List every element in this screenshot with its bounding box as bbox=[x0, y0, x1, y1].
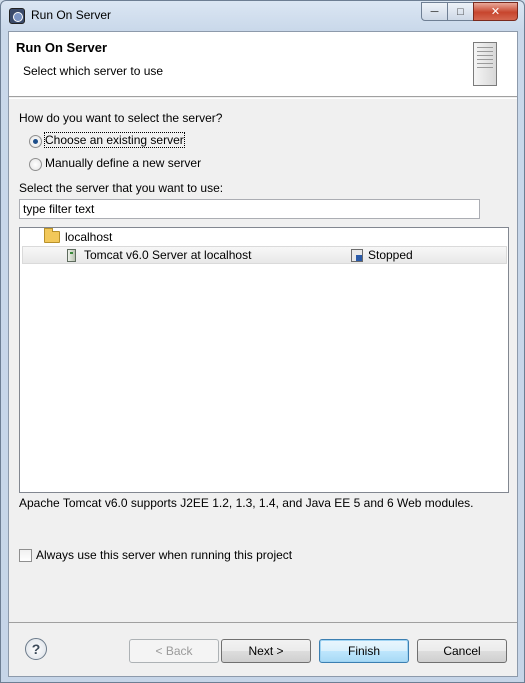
tree-item-localhost-label: localhost bbox=[65, 230, 113, 244]
server-description: Apache Tomcat v6.0 supports J2EE 1.2, 1.… bbox=[19, 496, 474, 510]
footer-separator bbox=[9, 622, 517, 623]
page-subtitle: Select which server to use bbox=[23, 64, 164, 78]
tomcat-server-icon bbox=[67, 249, 76, 262]
always-use-label[interactable]: Always use this server when running this… bbox=[36, 548, 292, 562]
finish-button[interactable]: Finish bbox=[319, 639, 409, 663]
tree-item-tomcat-server[interactable]: Tomcat v6.0 Server at localhost Stopped bbox=[22, 246, 507, 264]
next-button[interactable]: Next > bbox=[221, 639, 311, 663]
title-bar[interactable]: Run On Server ─ □ ✕ bbox=[1, 1, 524, 31]
manual-define-label[interactable]: Manually define a new server bbox=[45, 156, 201, 170]
cancel-button[interactable]: Cancel bbox=[417, 639, 507, 663]
manual-define-radio[interactable] bbox=[29, 158, 42, 171]
server-state: Stopped bbox=[368, 248, 413, 262]
wizard-header: Run On Server Select which server to use bbox=[9, 32, 517, 97]
caption-buttons: ─ □ ✕ bbox=[421, 2, 518, 21]
choose-existing-label[interactable]: Choose an existing server bbox=[44, 132, 185, 148]
window-title: Run On Server bbox=[31, 8, 112, 22]
header-separator bbox=[9, 98, 517, 99]
close-button[interactable]: ✕ bbox=[473, 2, 518, 21]
always-use-checkbox[interactable] bbox=[19, 549, 32, 562]
filter-label: Select the server that you want to use: bbox=[19, 181, 224, 195]
server-name: Tomcat v6.0 Server at localhost bbox=[84, 248, 252, 262]
dialog-body: Run On Server Select which server to use… bbox=[8, 31, 518, 677]
choose-existing-radio[interactable] bbox=[29, 135, 42, 148]
run-on-server-window: Run On Server ─ □ ✕ Run On Server Select… bbox=[0, 0, 525, 683]
page-title: Run On Server bbox=[16, 40, 108, 55]
server-banner-icon bbox=[473, 42, 497, 86]
help-icon[interactable]: ? bbox=[25, 638, 47, 660]
filter-input[interactable] bbox=[19, 199, 480, 219]
server-tree[interactable]: localhost Tomcat v6.0 Server at localhos… bbox=[19, 227, 509, 493]
back-button[interactable]: < Back bbox=[129, 639, 219, 663]
minimize-button[interactable]: ─ bbox=[421, 2, 448, 21]
selection-question: How do you want to select the server? bbox=[19, 111, 223, 125]
eclipse-icon bbox=[9, 8, 25, 24]
folder-open-icon bbox=[44, 228, 60, 243]
maximize-button[interactable]: □ bbox=[447, 2, 474, 21]
server-stopped-icon bbox=[351, 249, 363, 262]
tree-item-localhost[interactable]: localhost bbox=[44, 228, 112, 246]
